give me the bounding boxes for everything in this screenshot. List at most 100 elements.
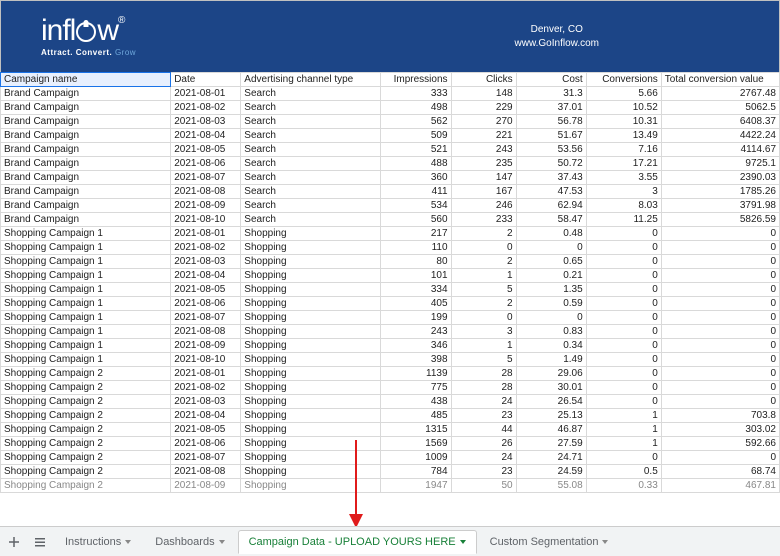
cell[interactable]: 23 (451, 409, 516, 423)
cell[interactable]: Brand Campaign (1, 143, 171, 157)
cell[interactable]: 5.66 (586, 87, 661, 101)
cell[interactable]: Shopping Campaign 2 (1, 409, 171, 423)
cell[interactable]: Search (241, 185, 381, 199)
cell[interactable]: 2021-08-03 (171, 255, 241, 269)
cell[interactable]: 1947 (381, 479, 451, 493)
table-row[interactable]: Brand Campaign2021-08-02Search49822937.0… (1, 101, 780, 115)
table-row[interactable]: Shopping Campaign 12021-08-04Shopping101… (1, 269, 780, 283)
cell[interactable]: 2021-08-06 (171, 437, 241, 451)
cell[interactable]: 509 (381, 129, 451, 143)
cell[interactable]: 2390.03 (661, 171, 779, 185)
table-row[interactable]: Shopping Campaign 12021-08-07Shopping199… (1, 311, 780, 325)
cell[interactable]: Search (241, 115, 381, 129)
cell[interactable]: 217 (381, 227, 451, 241)
table-row[interactable]: Shopping Campaign 22021-08-05Shopping131… (1, 423, 780, 437)
cell[interactable]: 521 (381, 143, 451, 157)
table-row[interactable]: Brand Campaign2021-08-10Search56023358.4… (1, 213, 780, 227)
cell[interactable]: 0 (586, 325, 661, 339)
cell[interactable]: 562 (381, 115, 451, 129)
cell[interactable]: 0 (661, 367, 779, 381)
cell[interactable]: 534 (381, 199, 451, 213)
cell[interactable]: 2021-08-10 (171, 213, 241, 227)
table-row[interactable]: Shopping Campaign 12021-08-06Shopping405… (1, 297, 780, 311)
table-row[interactable]: Shopping Campaign 12021-08-03Shopping802… (1, 255, 780, 269)
cell[interactable]: 53.56 (516, 143, 586, 157)
cell[interactable]: 6408.37 (661, 115, 779, 129)
cell[interactable]: 485 (381, 409, 451, 423)
cell[interactable]: 5 (451, 353, 516, 367)
cell[interactable]: Brand Campaign (1, 213, 171, 227)
cell[interactable]: 50.72 (516, 157, 586, 171)
cell[interactable]: 488 (381, 157, 451, 171)
cell[interactable]: Shopping Campaign 2 (1, 381, 171, 395)
cell[interactable]: 438 (381, 395, 451, 409)
cell[interactable]: 1 (451, 269, 516, 283)
cell[interactable]: 2021-08-09 (171, 339, 241, 353)
cell[interactable]: 2021-08-03 (171, 395, 241, 409)
cell[interactable]: 3 (586, 185, 661, 199)
cell[interactable]: 0.59 (516, 297, 586, 311)
cell[interactable]: 47.53 (516, 185, 586, 199)
cell[interactable]: Shopping (241, 423, 381, 437)
cell[interactable]: Shopping (241, 283, 381, 297)
cell[interactable]: Shopping Campaign 2 (1, 367, 171, 381)
cell[interactable]: Shopping Campaign 2 (1, 479, 171, 493)
cell[interactable]: 0.5 (586, 465, 661, 479)
cell[interactable]: Search (241, 143, 381, 157)
cell[interactable]: 11.25 (586, 213, 661, 227)
cell[interactable]: 0.83 (516, 325, 586, 339)
col-conversions[interactable]: Conversions (586, 73, 661, 87)
table-row[interactable]: Shopping Campaign 22021-08-06Shopping156… (1, 437, 780, 451)
cell[interactable]: Search (241, 101, 381, 115)
cell[interactable]: Shopping Campaign 2 (1, 465, 171, 479)
cell[interactable]: 2021-08-01 (171, 367, 241, 381)
cell[interactable]: 2 (451, 227, 516, 241)
cell[interactable]: 26 (451, 437, 516, 451)
cell[interactable]: 0.33 (586, 479, 661, 493)
cell[interactable]: 0 (661, 353, 779, 367)
table-row[interactable]: Brand Campaign2021-08-06Search48823550.7… (1, 157, 780, 171)
cell[interactable]: Brand Campaign (1, 185, 171, 199)
cell[interactable]: 17.21 (586, 157, 661, 171)
cell[interactable]: 8.03 (586, 199, 661, 213)
cell[interactable]: 0 (661, 395, 779, 409)
cell[interactable]: 775 (381, 381, 451, 395)
cell[interactable]: Shopping (241, 451, 381, 465)
cell[interactable]: 1.35 (516, 283, 586, 297)
cell[interactable]: 229 (451, 101, 516, 115)
cell[interactable]: 4422.24 (661, 129, 779, 143)
cell[interactable]: 2021-08-04 (171, 409, 241, 423)
cell[interactable]: Search (241, 157, 381, 171)
cell[interactable]: Shopping (241, 437, 381, 451)
cell[interactable]: 58.47 (516, 213, 586, 227)
cell[interactable]: 270 (451, 115, 516, 129)
cell[interactable]: 0 (586, 269, 661, 283)
cell[interactable]: Search (241, 129, 381, 143)
cell[interactable]: 148 (451, 87, 516, 101)
cell[interactable]: Shopping (241, 409, 381, 423)
cell[interactable]: 0 (661, 283, 779, 297)
table-row[interactable]: Brand Campaign2021-08-05Search52124353.5… (1, 143, 780, 157)
col-conv-value[interactable]: Total conversion value (661, 73, 779, 87)
cell[interactable]: Shopping (241, 479, 381, 493)
cell[interactable]: 7.16 (586, 143, 661, 157)
cell[interactable]: 243 (451, 143, 516, 157)
cell[interactable]: 1569 (381, 437, 451, 451)
cell[interactable]: 2021-08-09 (171, 479, 241, 493)
cell[interactable]: 27.59 (516, 437, 586, 451)
cell[interactable]: 2767.48 (661, 87, 779, 101)
col-date[interactable]: Date (171, 73, 241, 87)
cell[interactable]: 1 (586, 423, 661, 437)
all-sheets-button[interactable] (28, 531, 52, 553)
col-channel-type[interactable]: Advertising channel type (241, 73, 381, 87)
cell[interactable]: 0 (586, 297, 661, 311)
cell[interactable]: 3791.98 (661, 199, 779, 213)
cell[interactable]: 37.43 (516, 171, 586, 185)
cell[interactable]: 703.8 (661, 409, 779, 423)
cell[interactable]: 44 (451, 423, 516, 437)
cell[interactable]: 24 (451, 451, 516, 465)
cell[interactable]: Shopping Campaign 1 (1, 227, 171, 241)
cell[interactable]: 9725.1 (661, 157, 779, 171)
cell[interactable]: 2 (451, 297, 516, 311)
cell[interactable]: 26.54 (516, 395, 586, 409)
